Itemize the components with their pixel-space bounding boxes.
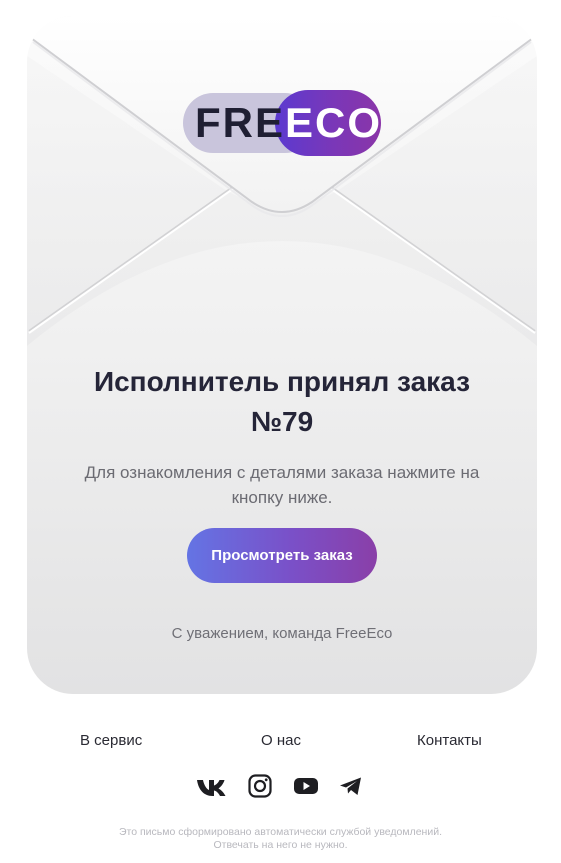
page-title: Исполнитель принял заказ №79: [27, 362, 537, 442]
logo-text: FREECO: [195, 98, 382, 148]
telegram-icon[interactable]: [336, 772, 366, 800]
automatic-notice: Это письмо сформировано автоматически сл…: [40, 826, 521, 852]
notice-line-1: Это письмо сформировано автоматически сл…: [118, 826, 443, 838]
email-card: FREECO: [27, 16, 537, 694]
description-line-2: кнопку ниже.: [231, 488, 333, 507]
vk-icon[interactable]: [196, 772, 226, 800]
title-line-2: №79: [250, 406, 314, 437]
youtube-icon[interactable]: [291, 772, 321, 800]
logo-text-dark: FRE: [195, 99, 285, 146]
footer-link-contacts[interactable]: Контакты: [417, 731, 482, 751]
notice-line-2: Отвечать на него не нужно.: [213, 839, 348, 851]
instagram-icon[interactable]: [246, 772, 276, 800]
logo-text-light: ECO: [285, 99, 383, 146]
description-line-1: Для ознакомления с деталями заказа нажми…: [84, 463, 480, 482]
description: Для ознакомления с деталями заказа нажми…: [67, 460, 497, 510]
regards-text: С уважением, команда FreeEco: [171, 625, 393, 642]
social-links: [196, 772, 366, 800]
footer-link-service[interactable]: В сервис: [80, 731, 142, 751]
footer-link-about[interactable]: О нас: [261, 731, 301, 751]
title-line-1: Исполнитель принял заказ: [93, 366, 470, 397]
view-order-button[interactable]: Просмотреть заказ: [187, 528, 377, 583]
freeco-logo: FREECO: [183, 90, 383, 156]
footer-nav: В сервис О нас Контакты: [0, 731, 561, 751]
